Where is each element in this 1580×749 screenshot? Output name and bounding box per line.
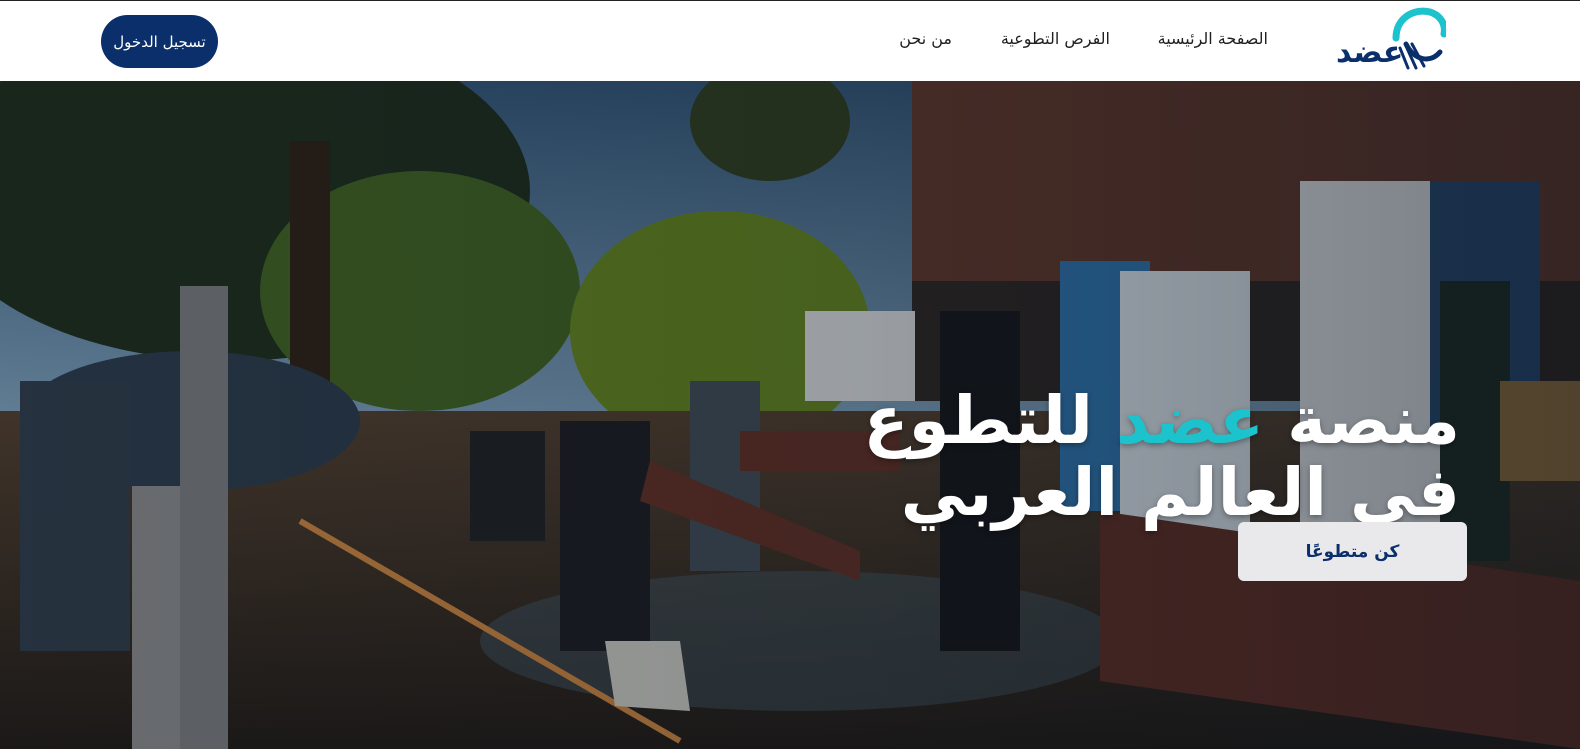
logo-wordmark: عضد	[1336, 35, 1404, 70]
headline-suffix: للتطوع	[863, 382, 1093, 460]
nav-link-about[interactable]: من نحن	[899, 29, 952, 48]
top-navbar: تسجيل الدخول من نحن الفرص التطوعية الصفح…	[0, 0, 1580, 81]
hero-headline-line1: منصة عضد للتطوع	[863, 385, 1460, 457]
nav-link-home[interactable]: الصفحة الرئيسية	[1158, 29, 1268, 48]
headline-brand-accent: عضد	[1115, 382, 1265, 460]
hero-section: منصة عضد للتطوع في العالم العربي كن متطو…	[0, 81, 1580, 749]
nav-link-opportunities[interactable]: الفرص التطوعية	[1001, 29, 1110, 48]
volunteer-cta-button[interactable]: كن متطوعًا	[1238, 522, 1467, 581]
login-button[interactable]: تسجيل الدخول	[101, 15, 218, 68]
hero-headline: منصة عضد للتطوع في العالم العربي	[863, 385, 1460, 529]
brand-logo[interactable]: عضد	[1336, 4, 1446, 72]
hero-headline-line2: في العالم العربي	[900, 454, 1460, 532]
headline-prefix: منصة	[1287, 382, 1460, 460]
